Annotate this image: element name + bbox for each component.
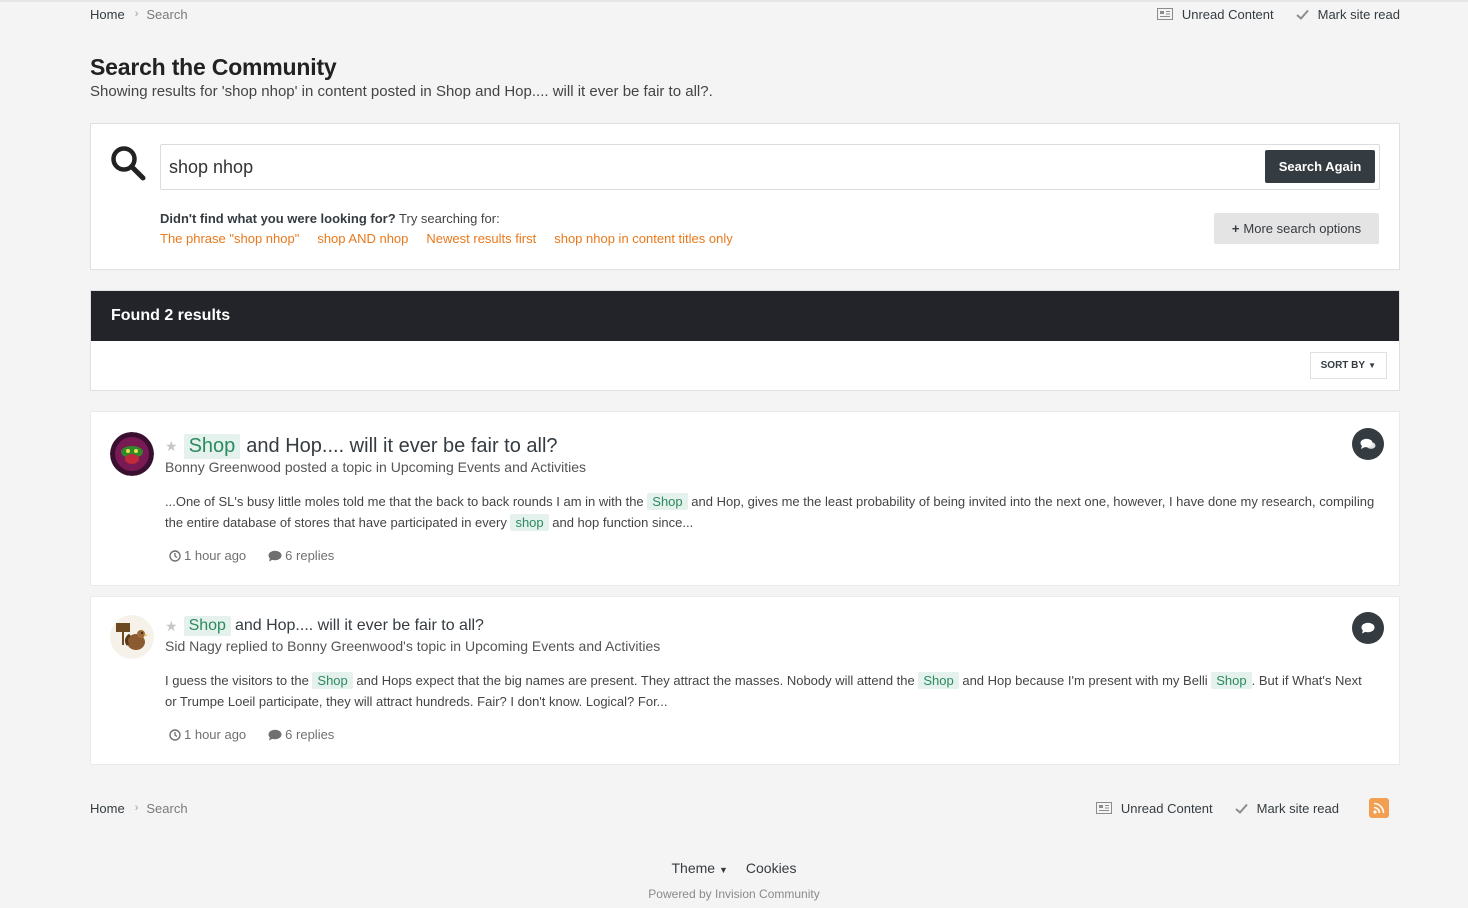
- breadcrumb-bar-top: Home › Search Unread Content Mark site r…: [90, 4, 1400, 24]
- result-meta: Sid Nagy replied to Bonny Greenwood's to…: [165, 638, 661, 654]
- breadcrumb-home[interactable]: Home: [90, 7, 125, 22]
- result-stats: 1 hour ago 6 replies: [169, 548, 334, 563]
- comments-icon: [1352, 428, 1384, 460]
- powered-by[interactable]: Powered by Invision Community: [0, 887, 1468, 901]
- search-result: ★ Shop and Hop.... will it ever be fair …: [90, 411, 1400, 586]
- search-again-button[interactable]: Search Again: [1265, 150, 1375, 183]
- sort-by-label: SORT BY: [1320, 360, 1366, 371]
- mark-site-read-label: Mark site read: [1256, 800, 1339, 816]
- mark-site-read-link[interactable]: Mark site read: [1295, 6, 1400, 22]
- breadcrumb: Home › Search: [90, 7, 188, 22]
- check-icon: [1295, 9, 1309, 20]
- suggestion-phrase-link[interactable]: The phrase "shop nhop": [160, 231, 299, 246]
- footer-actions: Unread Content Mark site read: [1095, 798, 1400, 818]
- results-header: Found 2 results SORT BY ▼: [90, 290, 1400, 391]
- newspaper-icon: [1156, 8, 1173, 20]
- snippet-highlight: Shop: [647, 493, 688, 510]
- results-count: Found 2 results: [91, 291, 1399, 341]
- sort-by-button[interactable]: SORT BY ▼: [1309, 352, 1387, 379]
- unread-content-label: Unread Content: [1181, 6, 1274, 22]
- unread-content-link[interactable]: Unread Content: [1095, 800, 1213, 816]
- breadcrumb: Home › Search: [90, 801, 188, 816]
- snippet-highlight: Shop: [1211, 672, 1252, 689]
- suggestion-newest-link[interactable]: Newest results first: [426, 231, 536, 246]
- header-actions: Unread Content Mark site read: [1156, 6, 1400, 22]
- theme-label: Theme: [671, 860, 716, 876]
- snippet-text: and hop function since...: [548, 515, 694, 530]
- result-time-text: 1 hour ago: [184, 727, 247, 742]
- unread-content-link[interactable]: Unread Content: [1156, 6, 1274, 22]
- snippet-highlight: Shop: [918, 672, 959, 689]
- result-replies-text: 6 replies: [285, 727, 335, 742]
- suggestion-titles-only-link[interactable]: shop nhop in content titles only: [554, 231, 733, 246]
- result-title-text: and Hop.... will it ever be fair to all?: [234, 617, 484, 634]
- breadcrumb-home[interactable]: Home: [90, 801, 125, 816]
- search-hint-rest: Try searching for:: [399, 211, 500, 226]
- search-hint: Didn't find what you were looking for? T…: [160, 211, 500, 226]
- snippet-text: ...One of SL's busy little moles told me…: [165, 494, 648, 509]
- snippet-text: and Hop because I'm present with my Bell…: [958, 673, 1212, 688]
- avatar[interactable]: [110, 615, 154, 659]
- caret-down-icon: ▼: [1368, 361, 1376, 370]
- title-highlight: Shop: [183, 616, 231, 636]
- clock-icon: [169, 728, 181, 741]
- more-search-options-button[interactable]: + More search options: [1214, 213, 1379, 244]
- mark-site-read-label: Mark site read: [1317, 6, 1400, 22]
- breadcrumb-current: Search: [146, 6, 188, 22]
- star-icon: ★: [165, 438, 178, 454]
- comment-icon: [268, 729, 282, 740]
- check-icon: [1234, 803, 1248, 814]
- result-stats: 1 hour ago 6 replies: [169, 727, 334, 742]
- chevron-right-icon: ›: [134, 8, 139, 20]
- clock-icon: [169, 549, 181, 562]
- snippet-highlight: Shop: [312, 672, 353, 689]
- newspaper-icon: [1095, 802, 1112, 814]
- comment-icon: [268, 550, 282, 561]
- breadcrumb-current: Search: [146, 800, 188, 816]
- snippet-text: I guess the visitors to the: [165, 673, 313, 688]
- snippet-highlight: shop: [510, 514, 549, 531]
- cookies-link[interactable]: Cookies: [746, 860, 797, 876]
- breadcrumb-bar-bottom: Home › Search Unread Content Mark site r…: [90, 798, 1400, 818]
- suggestion-and-link[interactable]: shop AND nhop: [317, 231, 408, 246]
- result-snippet: ...One of SL's busy little moles told me…: [165, 491, 1375, 533]
- top-border: [0, 0, 1468, 2]
- result-title-link[interactable]: ★ Shop and Hop.... will it ever be fair …: [165, 434, 558, 459]
- result-replies[interactable]: 6 replies: [268, 727, 334, 742]
- more-search-options-label: More search options: [1243, 221, 1362, 236]
- plus-icon: +: [1231, 221, 1240, 236]
- search-result: ★ Shop and Hop.... will it ever be fair …: [90, 596, 1400, 765]
- result-snippet: I guess the visitors to the Shop and Hop…: [165, 670, 1375, 712]
- star-icon: ★: [165, 617, 178, 634]
- search-hint-bold: Didn't find what you were looking for?: [160, 211, 396, 226]
- caret-down-icon: ▼: [718, 865, 728, 875]
- search-input[interactable]: [169, 145, 1249, 189]
- search-icon: [110, 145, 146, 184]
- result-time: 1 hour ago: [169, 548, 246, 563]
- mark-site-read-link[interactable]: Mark site read: [1234, 800, 1339, 816]
- result-title-text: and Hop.... will it ever be fair to all?: [246, 435, 558, 457]
- search-suggestions: The phrase "shop nhop" shop AND nhop New…: [160, 231, 733, 246]
- result-title-link[interactable]: ★ Shop and Hop.... will it ever be fair …: [165, 616, 484, 636]
- search-field: Search Again: [160, 144, 1380, 190]
- search-panel: Search Again Didn't find what you were l…: [90, 123, 1400, 270]
- result-time-text: 1 hour ago: [184, 548, 247, 563]
- result-meta: Bonny Greenwood posted a topic in Upcomi…: [165, 459, 587, 475]
- comment-icon: [1352, 612, 1384, 644]
- rss-icon[interactable]: [1369, 798, 1389, 818]
- page-title: Search the Community: [90, 54, 337, 80]
- snippet-text: and Hops expect that the big names are p…: [352, 673, 919, 688]
- result-replies[interactable]: 6 replies: [268, 548, 334, 563]
- unread-content-label: Unread Content: [1120, 800, 1213, 816]
- footer-links: Theme ▼ Cookies: [0, 860, 1468, 876]
- avatar[interactable]: [110, 432, 154, 476]
- theme-menu[interactable]: Theme ▼: [672, 860, 728, 876]
- result-time: 1 hour ago: [169, 727, 246, 742]
- title-highlight: Shop: [183, 434, 241, 459]
- result-replies-text: 6 replies: [285, 548, 335, 563]
- chevron-right-icon: ›: [134, 802, 139, 814]
- page-description: Showing results for 'shop nhop' in conte…: [90, 83, 713, 100]
